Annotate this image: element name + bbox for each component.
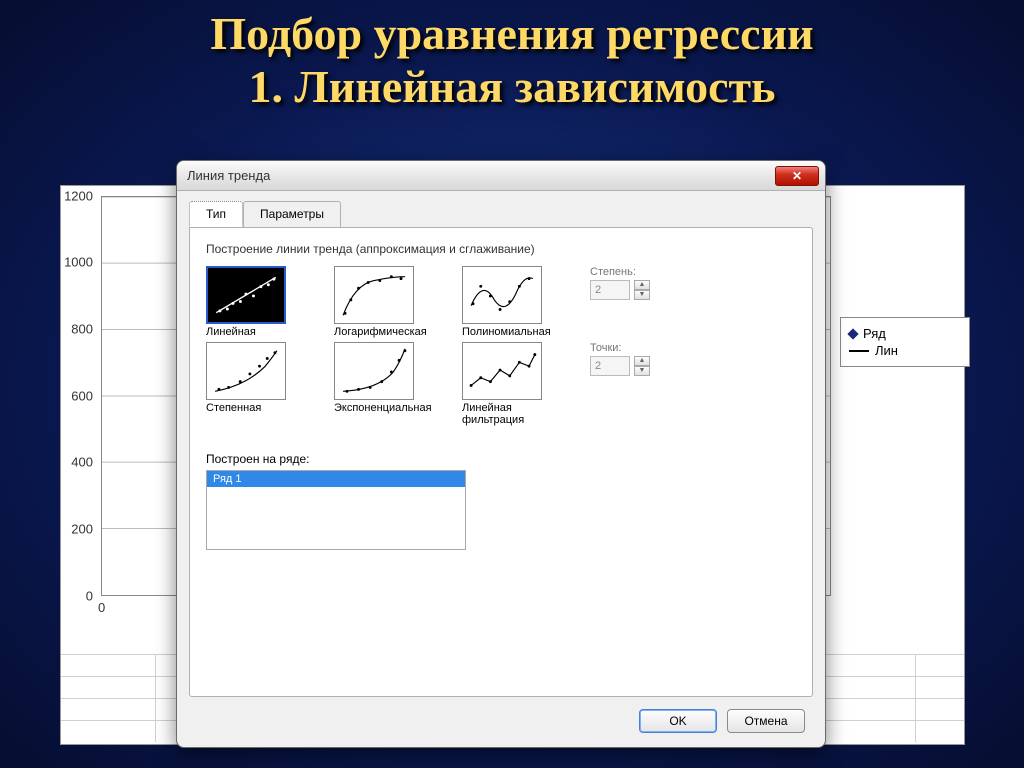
trend-label-power: Степенная [206, 402, 316, 414]
x-tick: 0 [98, 600, 105, 615]
y-tick: 800 [71, 322, 93, 337]
ok-button[interactable]: OK [639, 709, 717, 733]
diamond-marker-icon [847, 328, 858, 339]
dialog-tabs: Тип Параметры [177, 191, 825, 227]
legend-label: Ряд [863, 326, 886, 341]
trend-type-exponential[interactable] [334, 342, 414, 400]
slide-title-line1: Подбор уравнения регрессии [0, 8, 1024, 61]
y-tick: 600 [71, 389, 93, 404]
points-up-button[interactable]: ▲ [634, 356, 650, 366]
y-tick: 400 [71, 455, 93, 470]
points-label: Точки: [590, 342, 796, 354]
degree-input[interactable] [590, 280, 630, 300]
points-spinner-group: Точки: ▲ ▼ [590, 342, 796, 376]
slide-title-line2: 1. Линейная зависимость [0, 61, 1024, 114]
degree-up-button[interactable]: ▲ [634, 280, 650, 290]
degree-down-button[interactable]: ▼ [634, 290, 650, 300]
dialog-button-row: OK Отмена [639, 709, 805, 733]
y-tick: 200 [71, 522, 93, 537]
trend-type-power[interactable] [206, 342, 286, 400]
legend-item: Лин [849, 343, 961, 358]
points-down-button[interactable]: ▼ [634, 366, 650, 376]
degree-spinner-group: Степень: ▲ ▼ [590, 266, 796, 300]
legend-label: Лин [875, 343, 898, 358]
y-tick: 0 [86, 589, 93, 604]
trend-label-exponential: Экспоненциальная [334, 402, 444, 414]
degree-label: Степень: [590, 266, 796, 278]
dialog-title: Линия тренда [187, 168, 775, 183]
line-marker-icon [849, 350, 869, 352]
y-tick: 1200 [64, 189, 93, 204]
tab-parameters[interactable]: Параметры [243, 201, 341, 227]
series-list-label: Построен на ряде: [206, 452, 796, 466]
y-tick: 1000 [64, 255, 93, 270]
trend-label-logarithmic: Логарифмическая [334, 326, 444, 338]
slide-title: Подбор уравнения регрессии 1. Линейная з… [0, 0, 1024, 114]
chart-legend: Ряд Лин [840, 317, 970, 367]
trend-type-polynomial[interactable] [462, 266, 542, 324]
trend-type-moving-average[interactable] [462, 342, 542, 400]
trend-label-linear: Линейная [206, 326, 316, 338]
tab-type[interactable]: Тип [189, 201, 243, 227]
legend-item: Ряд [849, 326, 961, 341]
series-listbox[interactable]: Ряд 1 [206, 470, 466, 550]
tab-panel-type: Построение линии тренда (аппроксимация и… [189, 227, 813, 697]
group-label: Построение линии тренда (аппроксимация и… [206, 242, 796, 256]
trend-type-logarithmic[interactable] [334, 266, 414, 324]
trend-type-linear[interactable] [206, 266, 286, 324]
series-list-item[interactable]: Ряд 1 [207, 471, 465, 487]
close-icon: ✕ [792, 169, 802, 183]
y-axis-ticks: 0 200 400 600 800 1000 1200 [61, 196, 97, 596]
trend-label-polynomial: Полиномиальная [462, 326, 572, 338]
cancel-button[interactable]: Отмена [727, 709, 805, 733]
trendline-dialog: Линия тренда ✕ Тип Параметры Построение … [176, 160, 826, 748]
close-button[interactable]: ✕ [775, 166, 819, 186]
trend-label-movavg: Линейная фильтрация [462, 402, 572, 426]
points-input[interactable] [590, 356, 630, 376]
dialog-titlebar[interactable]: Линия тренда ✕ [177, 161, 825, 191]
